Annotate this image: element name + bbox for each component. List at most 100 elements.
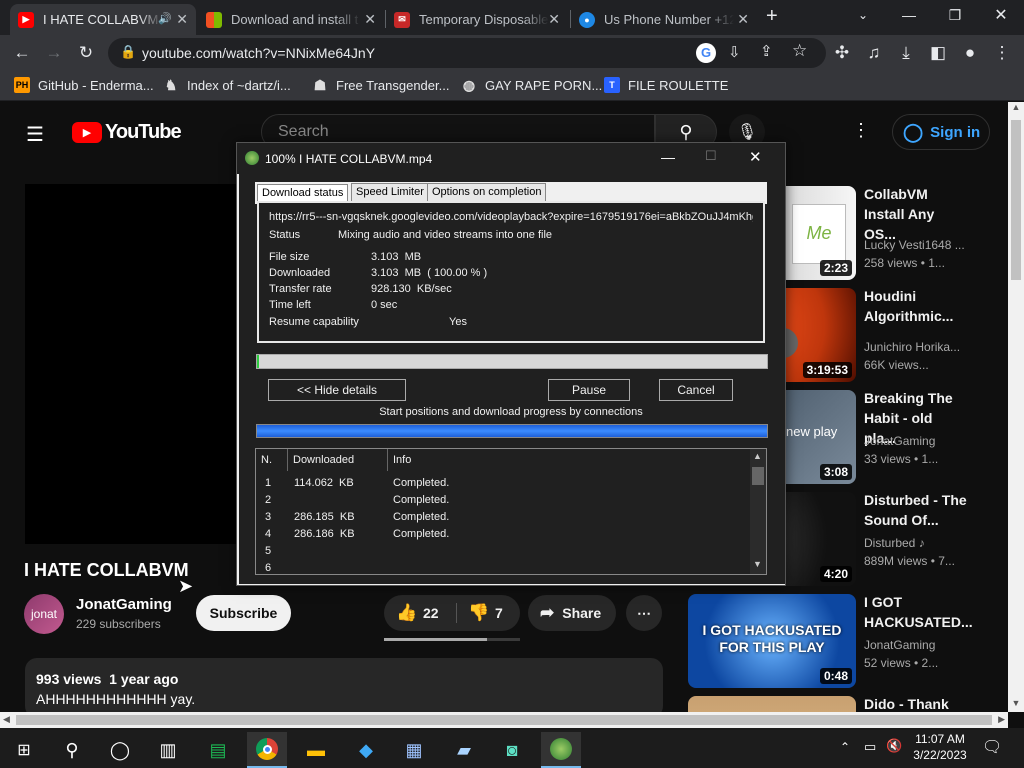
taskbar-clock[interactable]: 11:07 AM 3/22/2023 (912, 732, 968, 762)
back-icon[interactable]: ← (10, 41, 34, 65)
youtube-logo[interactable]: ▶ YouTube (72, 121, 182, 144)
tab-search-icon[interactable]: ⌄ (840, 0, 886, 30)
forward-icon[interactable]: → (42, 41, 66, 65)
new-tab-button[interactable]: + (766, 5, 778, 28)
share-button[interactable]: ➦ Share (528, 595, 616, 631)
file-explorer-icon[interactable]: ▬ (296, 732, 336, 768)
reload-icon[interactable]: ↻ (74, 41, 98, 65)
bookmark-globe-link[interactable]: ◍ GAY RAPE PORN... (461, 77, 602, 93)
hamburger-menu-icon[interactable]: ☰ (26, 122, 44, 147)
horizontal-scroll-thumb[interactable] (16, 715, 992, 725)
start-button-icon[interactable]: ⊞ (4, 732, 44, 768)
recommended-video[interactable]: I GOT HACKUSATED FOR THIS PLAY 0:48 I GO… (688, 594, 1008, 689)
recommended-video[interactable]: Dido - Thank (688, 696, 1008, 712)
share-page-icon[interactable]: ⇪ (760, 42, 773, 60)
lock-icon[interactable]: 🔒 (120, 44, 136, 60)
file-size-label: File size (269, 251, 310, 263)
google-lens-icon[interactable]: G (696, 43, 716, 63)
tab-temporary-disposable[interactable]: ✉ Temporary Disposable ✕ (386, 4, 568, 35)
notes-app-icon[interactable]: ▰ (444, 732, 484, 768)
spotify-like-app-icon[interactable]: ▤ (198, 732, 238, 768)
vertical-scrollbar[interactable]: ▲ ▼ (1008, 102, 1024, 712)
close-window-icon[interactable]: ✕ (978, 0, 1024, 30)
close-tab-icon[interactable]: ✕ (737, 11, 749, 28)
dislike-icon[interactable]: 👎 (468, 603, 489, 623)
system-tray-chevron-icon[interactable]: ⌃ (840, 740, 850, 754)
connection-number: 3 (265, 511, 272, 523)
close-tab-icon[interactable]: ✕ (176, 11, 188, 28)
extensions-icon[interactable]: ✣ (830, 41, 854, 65)
bookmark-github[interactable]: PH GitHub - Enderma... (14, 77, 154, 93)
side-panel-icon[interactable]: ◧ (926, 41, 950, 65)
video-views: 52 views • 2... (864, 656, 939, 670)
column-header-n[interactable]: N. (256, 449, 288, 471)
app-window-icon[interactable]: ▦ (394, 732, 434, 768)
address-bar[interactable]: 🔒 youtube.com/watch?v=NNixMe64JnY G ⇩ ⇪ … (108, 38, 826, 68)
like-count[interactable]: 22 (423, 605, 439, 621)
subscribe-button[interactable]: Subscribe (196, 595, 291, 631)
column-header-downloaded[interactable]: Downloaded (288, 449, 388, 471)
time-left-label: Time left (269, 299, 311, 311)
chrome-taskbar-icon[interactable] (247, 732, 287, 768)
scroll-right-icon[interactable]: ▶ (998, 714, 1005, 725)
scroll-left-icon[interactable]: ◀ (3, 714, 10, 725)
tab-download-status[interactable]: Download status (257, 184, 349, 202)
horizontal-scrollbar[interactable]: ◀ ▶ (0, 712, 1008, 728)
bookmark-index-dartz[interactable]: ♞ Index of ~dartz/i... (163, 77, 291, 93)
visual-studio-icon[interactable]: ◆ (346, 732, 386, 768)
table-scrollbar[interactable]: ▲ ▼ (750, 449, 766, 574)
dislike-count[interactable]: 7 (495, 605, 503, 621)
cortana-icon[interactable]: ◯ (100, 732, 140, 768)
discord-like-app-icon[interactable]: ◙ (492, 732, 532, 768)
tab-download-install[interactable]: Download and install t ✕ (198, 4, 384, 35)
tab-speed-limiter[interactable]: Speed Limiter (351, 183, 429, 201)
settings-kebab-icon[interactable]: ⋮ (852, 120, 870, 141)
tab-i-hate-collabvm[interactable]: ▶ I HATE COLLABVM 🔊 ✕ (10, 4, 196, 35)
tab-us-phone-number[interactable]: ● Us Phone Number +12 ✕ (571, 4, 757, 35)
volume-muted-icon[interactable]: 🔇 (886, 738, 902, 754)
network-icon[interactable]: ▭ (864, 739, 876, 755)
tab-options-on-completion[interactable]: Options on completion (427, 183, 547, 201)
cancel-button[interactable]: Cancel (659, 379, 733, 401)
more-horizontal-icon: ⋯ (637, 604, 651, 621)
file-size-value: 3.103 MB (371, 251, 422, 263)
more-actions-button[interactable]: ⋯ (626, 595, 662, 631)
media-control-icon[interactable]: ♫ (862, 41, 886, 65)
minimize-dialog-icon[interactable]: — (661, 149, 675, 165)
install-app-icon[interactable]: ⇩ (728, 43, 741, 61)
minimize-window-icon[interactable]: — (886, 0, 932, 30)
close-tab-icon[interactable]: ✕ (364, 11, 376, 28)
restore-window-icon[interactable]: ❐ (932, 0, 978, 30)
like-icon[interactable]: 👍 (396, 603, 417, 623)
description-box[interactable]: 993 views 1 year ago AHHHHHHHHHHHH yay. (25, 658, 663, 712)
table-scroll-up-icon[interactable]: ▲ (753, 451, 762, 461)
close-dialog-icon[interactable]: ✕ (749, 148, 762, 166)
idm-taskbar-icon[interactable] (541, 732, 581, 768)
table-scroll-down-icon[interactable]: ▼ (753, 559, 762, 569)
profile-icon[interactable]: ● (958, 41, 982, 65)
table-scroll-thumb[interactable] (752, 467, 764, 485)
sign-in-button[interactable]: ◯ Sign in (892, 114, 990, 150)
hide-details-button[interactable]: << Hide details (268, 379, 406, 401)
idm-title-bar[interactable]: 100% I HATE COLLABVM.mp4 — ☐ ✕ (237, 143, 785, 174)
bookmark-file-roulette[interactable]: T FILE ROULETTE (604, 77, 728, 93)
close-tab-icon[interactable]: ✕ (548, 11, 560, 28)
scroll-up-icon[interactable]: ▲ (1010, 102, 1022, 116)
downloads-icon[interactable]: ⤓ (894, 41, 918, 65)
search-taskbar-icon[interactable]: ⚲ (52, 732, 92, 768)
bookmark-star-icon[interactable]: ☆ (792, 41, 807, 61)
audio-icon[interactable]: 🔊 (158, 12, 172, 25)
pause-button[interactable]: Pause (548, 379, 630, 401)
menu-kebab-icon[interactable]: ⋮ (990, 41, 1014, 65)
column-header-info[interactable]: Info (388, 449, 738, 471)
scroll-down-icon[interactable]: ▼ (1010, 698, 1022, 712)
video-thumbnail[interactable] (688, 696, 856, 712)
channel-avatar[interactable]: jonat (24, 594, 64, 634)
chrome-logo-center (262, 744, 272, 754)
task-view-icon[interactable]: ▥ (148, 732, 188, 768)
video-thumbnail[interactable]: I GOT HACKUSATED FOR THIS PLAY 0:48 (688, 594, 856, 688)
notifications-icon[interactable]: 🗨 (982, 737, 1002, 757)
vertical-scroll-thumb[interactable] (1011, 120, 1021, 280)
channel-name[interactable]: JonatGaming (76, 596, 172, 613)
bookmark-free-transgender[interactable]: ☗ Free Transgender... (312, 77, 450, 93)
